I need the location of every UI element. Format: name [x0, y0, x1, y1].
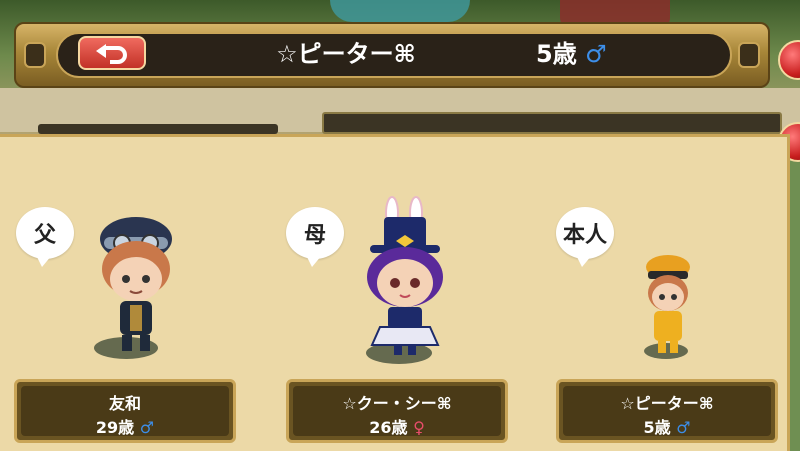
header-character-name: ☆ピーター⌘	[276, 40, 416, 68]
mother-avatar	[367, 196, 443, 355]
relation-bubble: 本人	[556, 207, 614, 267]
background-info-bar	[322, 112, 782, 134]
male-gender-icon: ♂	[585, 40, 607, 68]
member-age: 5歳 ♂	[559, 414, 775, 438]
background-pond	[330, 0, 470, 22]
member-name: ☆クー・シー⌘	[342, 394, 452, 413]
header-age-text: 5歳	[536, 40, 577, 68]
header-character-age: 5歳 ♂	[536, 40, 607, 68]
member-card[interactable]: ☆ピーター⌘ 5歳 ♂	[556, 379, 778, 443]
member-age: 26歳 ♀	[289, 414, 505, 438]
profile-header: ☆ピーター⌘ 5歳 ♂	[14, 22, 770, 88]
header-ornament-left	[24, 42, 46, 68]
back-arrow-icon	[96, 44, 127, 64]
member-age: 29歳 ♂	[17, 414, 233, 438]
member-age-text: 5歳	[643, 418, 671, 437]
family-member-mother[interactable]: 母 ☆クー・シー⌘ 26歳 ♀	[286, 137, 526, 451]
self-avatar	[646, 255, 690, 353]
relation-bubble: 母	[286, 207, 344, 267]
back-button[interactable]	[78, 36, 146, 70]
relation-bubble: 父	[16, 207, 74, 267]
family-panel: 父 友和 29歳 ♂ 母 ☆クー・シー⌘ 26歳 ♀ 本人 ☆ピーター⌘ 5歳 …	[0, 134, 790, 451]
member-name: ☆ピーター⌘	[620, 394, 714, 413]
female-gender-icon: ♀	[413, 418, 425, 437]
background-left-bar	[38, 124, 278, 134]
header-ornament-right	[738, 42, 760, 68]
male-gender-icon: ♂	[676, 418, 691, 437]
male-gender-icon: ♂	[139, 418, 155, 437]
family-member-self[interactable]: 本人 ☆ピーター⌘ 5歳 ♂	[556, 137, 796, 451]
member-card[interactable]: ☆クー・シー⌘ 26歳 ♀	[286, 379, 508, 443]
member-age-text: 26歳	[369, 418, 408, 437]
father-avatar	[100, 217, 172, 351]
member-age-text: 29歳	[95, 418, 135, 437]
member-name: 友和	[108, 394, 141, 413]
family-member-father[interactable]: 父 友和 29歳 ♂	[14, 137, 254, 451]
member-card[interactable]: 友和 29歳 ♂	[14, 379, 236, 443]
